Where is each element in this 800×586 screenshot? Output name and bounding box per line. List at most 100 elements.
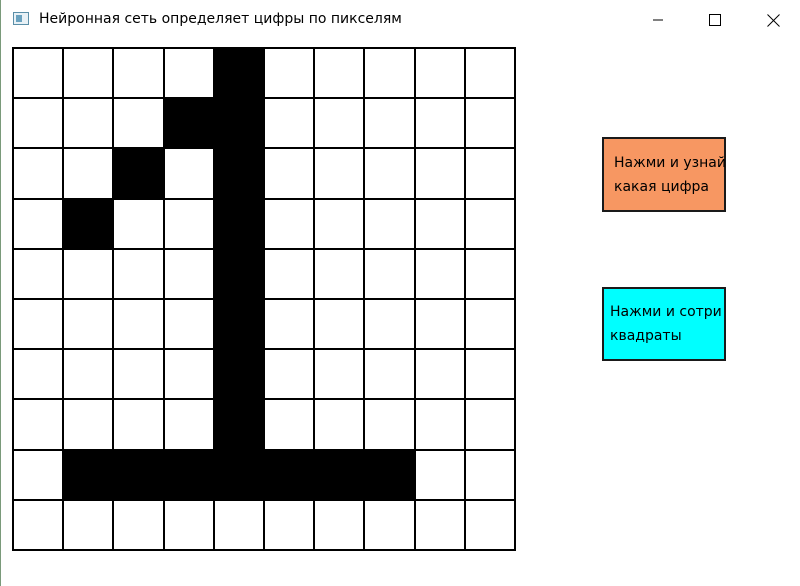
grid-cell-r1-c8[interactable] (415, 99, 464, 148)
grid-cell-r1-c5[interactable] (265, 99, 314, 148)
grid-cell-r9-c0[interactable] (14, 500, 63, 549)
grid-cell-r7-c7[interactable] (365, 400, 414, 449)
grid-cell-r3-c2[interactable] (114, 199, 163, 248)
grid-cell-r5-c1[interactable] (64, 300, 113, 349)
grid-cell-r0-c8[interactable] (415, 49, 464, 98)
grid-cell-r6-c7[interactable] (365, 350, 414, 399)
grid-cell-r0-c7[interactable] (365, 49, 414, 98)
grid-cell-r1-c0[interactable] (14, 99, 63, 148)
grid-cell-r9-c2[interactable] (114, 500, 163, 549)
clear-squares-button[interactable]: Нажми и сотри квадраты (602, 287, 726, 361)
grid-cell-r6-c9[interactable] (465, 350, 514, 399)
grid-cell-r0-c3[interactable] (164, 49, 213, 98)
grid-cell-r4-c3[interactable] (164, 249, 213, 298)
title-bar[interactable]: Нейронная сеть определяет цифры по пиксе… (1, 0, 800, 40)
grid-cell-r6-c2[interactable] (114, 350, 163, 399)
grid-cell-r7-c4[interactable] (214, 400, 263, 449)
grid-cell-r2-c8[interactable] (415, 149, 464, 198)
grid-cell-r8-c7[interactable] (365, 450, 414, 499)
grid-cell-r8-c2[interactable] (114, 450, 163, 499)
grid-cell-r5-c9[interactable] (465, 300, 514, 349)
minimize-button[interactable] (630, 0, 686, 40)
grid-cell-r3-c7[interactable] (365, 199, 414, 248)
grid-cell-r8-c3[interactable] (164, 450, 213, 499)
grid-cell-r3-c9[interactable] (465, 199, 514, 248)
grid-cell-r2-c2[interactable] (114, 149, 163, 198)
grid-cell-r9-c1[interactable] (64, 500, 113, 549)
grid-cell-r6-c4[interactable] (214, 350, 263, 399)
grid-cell-r5-c5[interactable] (265, 300, 314, 349)
grid-cell-r8-c4[interactable] (214, 450, 263, 499)
grid-cell-r2-c9[interactable] (465, 149, 514, 198)
grid-cell-r5-c2[interactable] (114, 300, 163, 349)
grid-cell-r4-c2[interactable] (114, 249, 163, 298)
grid-cell-r7-c0[interactable] (14, 400, 63, 449)
grid-cell-r6-c8[interactable] (415, 350, 464, 399)
grid-cell-r1-c9[interactable] (465, 99, 514, 148)
grid-cell-r2-c5[interactable] (265, 149, 314, 198)
grid-cell-r8-c1[interactable] (64, 450, 113, 499)
grid-cell-r4-c0[interactable] (14, 249, 63, 298)
grid-cell-r7-c5[interactable] (265, 400, 314, 449)
grid-cell-r5-c6[interactable] (315, 300, 364, 349)
grid-cell-r3-c0[interactable] (14, 199, 63, 248)
grid-cell-r1-c6[interactable] (315, 99, 364, 148)
grid-cell-r1-c4[interactable] (214, 99, 263, 148)
grid-cell-r3-c3[interactable] (164, 199, 213, 248)
grid-cell-r4-c9[interactable] (465, 249, 514, 298)
grid-cell-r8-c6[interactable] (315, 450, 364, 499)
grid-cell-r2-c1[interactable] (64, 149, 113, 198)
grid-cell-r6-c3[interactable] (164, 350, 213, 399)
grid-cell-r7-c3[interactable] (164, 400, 213, 449)
grid-cell-r3-c5[interactable] (265, 199, 314, 248)
grid-cell-r3-c8[interactable] (415, 199, 464, 248)
grid-cell-r4-c4[interactable] (214, 249, 263, 298)
grid-cell-r8-c0[interactable] (14, 450, 63, 499)
grid-cell-r8-c8[interactable] (415, 450, 464, 499)
grid-cell-r1-c7[interactable] (365, 99, 414, 148)
grid-cell-r4-c1[interactable] (64, 249, 113, 298)
grid-cell-r6-c6[interactable] (315, 350, 364, 399)
grid-cell-r2-c7[interactable] (365, 149, 414, 198)
grid-cell-r9-c9[interactable] (465, 500, 514, 549)
grid-cell-r6-c1[interactable] (64, 350, 113, 399)
maximize-button[interactable] (687, 0, 743, 40)
grid-cell-r7-c8[interactable] (415, 400, 464, 449)
recognize-digit-button[interactable]: Нажми и узнай какая цифра (602, 137, 726, 212)
grid-cell-r4-c8[interactable] (415, 249, 464, 298)
grid-cell-r2-c6[interactable] (315, 149, 364, 198)
grid-cell-r0-c6[interactable] (315, 49, 364, 98)
grid-cell-r4-c6[interactable] (315, 249, 364, 298)
grid-cell-r9-c7[interactable] (365, 500, 414, 549)
grid-cell-r0-c1[interactable] (64, 49, 113, 98)
grid-cell-r8-c9[interactable] (465, 450, 514, 499)
close-button[interactable] (745, 0, 800, 40)
grid-cell-r9-c6[interactable] (315, 500, 364, 549)
grid-cell-r6-c5[interactable] (265, 350, 314, 399)
grid-cell-r2-c4[interactable] (214, 149, 263, 198)
grid-cell-r3-c1[interactable] (64, 199, 113, 248)
grid-cell-r9-c4[interactable] (214, 500, 263, 549)
grid-cell-r5-c3[interactable] (164, 300, 213, 349)
grid-cell-r7-c6[interactable] (315, 400, 364, 449)
grid-cell-r1-c3[interactable] (164, 99, 213, 148)
grid-cell-r7-c9[interactable] (465, 400, 514, 449)
grid-cell-r5-c4[interactable] (214, 300, 263, 349)
grid-cell-r1-c2[interactable] (114, 99, 163, 148)
grid-cell-r0-c9[interactable] (465, 49, 514, 98)
grid-cell-r0-c0[interactable] (14, 49, 63, 98)
grid-cell-r0-c5[interactable] (265, 49, 314, 98)
grid-cell-r7-c2[interactable] (114, 400, 163, 449)
grid-cell-r9-c5[interactable] (265, 500, 314, 549)
grid-cell-r9-c3[interactable] (164, 500, 213, 549)
grid-cell-r4-c5[interactable] (265, 249, 314, 298)
grid-cell-r3-c4[interactable] (214, 199, 263, 248)
grid-cell-r5-c8[interactable] (415, 300, 464, 349)
grid-cell-r8-c5[interactable] (265, 450, 314, 499)
grid-cell-r6-c0[interactable] (14, 350, 63, 399)
grid-cell-r4-c7[interactable] (365, 249, 414, 298)
grid-cell-r9-c8[interactable] (415, 500, 464, 549)
grid-cell-r2-c0[interactable] (14, 149, 63, 198)
grid-cell-r5-c0[interactable] (14, 300, 63, 349)
grid-cell-r0-c2[interactable] (114, 49, 163, 98)
